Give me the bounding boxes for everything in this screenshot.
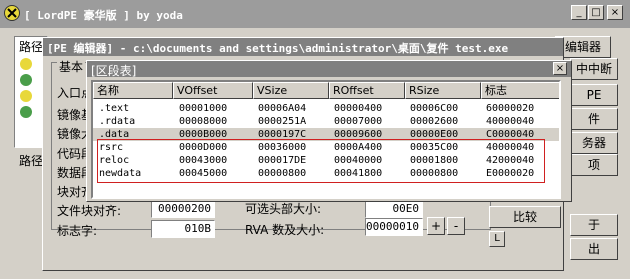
options-button[interactable]: 项 (570, 154, 618, 176)
flags-cell: 60000020 (486, 103, 535, 114)
column-header-vsize[interactable]: VSize (253, 82, 329, 99)
maximize-button[interactable]: □ (588, 5, 604, 20)
pe-editor-title: [PE 编辑器] - c:\documents and settings\adm… (47, 42, 509, 55)
section-table-title: [区段表] (91, 64, 137, 78)
voffset-cell: 00001000 (179, 103, 228, 114)
process-icon-3 (20, 90, 32, 102)
rva-minus-button[interactable]: - (447, 217, 465, 235)
column-header-flags[interactable]: 标志 (481, 82, 559, 99)
exit-button[interactable]: 出 (570, 238, 618, 260)
flags-label: 标志字: (57, 224, 98, 238)
file-alignment-field[interactable]: 00000200 (151, 200, 215, 218)
column-header-voffset[interactable]: VOffset (173, 82, 253, 99)
section-name-cell: .rdata (99, 116, 136, 127)
section-name-cell: .text (99, 103, 130, 114)
column-header-roffset[interactable]: ROffset (329, 82, 405, 99)
break-button[interactable]: 中中断 (570, 58, 618, 80)
column-header-rsize[interactable]: RSize (405, 82, 481, 99)
process-icon-2 (20, 74, 32, 86)
rva-count-field[interactable]: 00000010 (365, 218, 423, 236)
compare-button[interactable]: 比较 (489, 206, 561, 228)
minimize-button[interactable]: _ (571, 5, 587, 20)
process-icon-4 (20, 106, 32, 118)
vsize-cell: 00006A04 (258, 103, 307, 114)
rva-plus-button[interactable]: + (427, 217, 445, 235)
l-button[interactable]: L (489, 231, 505, 247)
column-header-name[interactable]: 名称 (93, 82, 173, 99)
path-label: 路径 (19, 40, 44, 54)
section-table-window: [区段表] × 名称 VOffset VSize ROffset RSize 标… (86, 60, 572, 202)
section-list: 名称 VOffset VSize ROffset RSize 标志 .text … (91, 80, 561, 199)
main-window-title: [ LordPE 豪华版 ] by yoda (24, 9, 183, 22)
pe-editor-title-bar: [PE 编辑器] - c:\documents and settings\adm… (43, 38, 563, 56)
optional-header-size-label: 可选头部大小: (245, 202, 322, 216)
rva-count-label: RVA 数及大小: (245, 223, 325, 237)
optional-header-size-field[interactable]: 00E0 (365, 200, 423, 218)
vsize-cell: 0000251A (258, 116, 307, 127)
file-button[interactable]: 件 (570, 108, 618, 130)
file-alignment-label: 文件块对齐: (57, 204, 122, 218)
rsize-cell: 00006C00 (410, 103, 459, 114)
close-button[interactable]: × (607, 5, 623, 20)
process-icon-1 (20, 58, 32, 70)
flags-cell: 40000040 (486, 116, 535, 127)
voffset-cell: 00008000 (179, 116, 228, 127)
table-row[interactable]: .text 00001000 00006A04 00000400 00006C0… (93, 102, 559, 115)
rsize-cell: 00002600 (410, 116, 459, 127)
main-title-bar: [ LordPE 豪华版 ] by yoda _ □ × (0, 0, 630, 28)
path-label-2: 路径 (19, 154, 44, 168)
about-button[interactable]: 于 (570, 214, 618, 236)
roffset-cell: 00007000 (334, 116, 383, 127)
highlight-box (97, 139, 545, 183)
section-table-close-button[interactable]: × (553, 62, 567, 75)
roffset-cell: 00000400 (334, 103, 383, 114)
app-icon (4, 5, 20, 21)
pe-button[interactable]: PE (570, 84, 618, 106)
services-button[interactable]: 务器 (570, 132, 618, 154)
flags-field[interactable]: 010B (151, 220, 215, 238)
section-table-title-bar: [区段表] × (87, 61, 571, 78)
table-row[interactable]: .rdata 00008000 0000251A 00007000 000026… (93, 115, 559, 128)
basic-info-group-label: 基本 (57, 58, 86, 75)
